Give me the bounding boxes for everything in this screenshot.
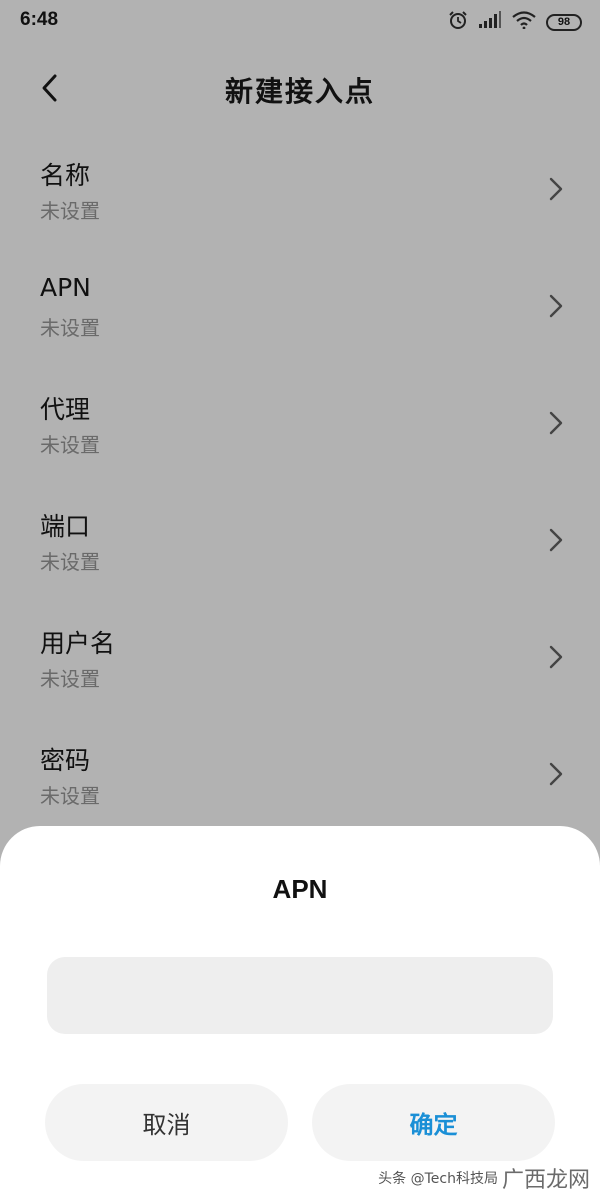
chevron-right-icon (549, 528, 563, 552)
status-bar: 6:48 98 (0, 0, 600, 44)
item-value: 未设置 (40, 433, 100, 457)
page-title: 新建接入点 (224, 75, 375, 108)
alarm-icon (448, 10, 468, 34)
header: 新建接入点 (0, 56, 600, 120)
item-value: 未设置 (40, 316, 100, 340)
status-time: 6:48 (20, 9, 59, 30)
item-value: 未设置 (40, 199, 100, 223)
item-label: 端口 (40, 512, 91, 541)
item-value: 未设置 (40, 784, 100, 808)
watermark-text: 头条 @Tech科技局 (378, 1171, 498, 1187)
watermark: 头条 @Tech科技局 广西龙网 (378, 1162, 590, 1194)
settings-list: 名称 未设置 APN 未设置 代理 未设置 端口 未设置 用户名 未设置 密码 … (0, 150, 600, 852)
list-item-username[interactable]: 用户名 未设置 (0, 618, 600, 735)
chevron-right-icon (549, 411, 563, 435)
dialog-title: APN (272, 874, 328, 904)
signal-icon (478, 11, 502, 33)
battery-icon: 98 (546, 13, 582, 31)
item-label: 密码 (40, 746, 91, 775)
status-icons: 98 (448, 10, 582, 34)
list-item-port[interactable]: 端口 未设置 (0, 501, 600, 618)
chevron-right-icon (549, 294, 563, 318)
chevron-right-icon (549, 177, 563, 201)
chevron-right-icon (549, 762, 563, 786)
confirm-button[interactable]: 确定 (312, 1084, 555, 1161)
apn-dialog: APN 取消 确定 (0, 826, 600, 1200)
item-value: 未设置 (40, 550, 100, 574)
chevron-right-icon (549, 645, 563, 669)
list-item-proxy[interactable]: 代理 未设置 (0, 384, 600, 501)
watermark-logo: 广西龙网 (501, 1168, 590, 1193)
item-value: 未设置 (40, 667, 100, 691)
item-label: 代理 (40, 395, 91, 424)
apn-input[interactable] (47, 957, 553, 1034)
cancel-button[interactable]: 取消 (45, 1084, 288, 1161)
wifi-icon (512, 11, 536, 33)
item-label: 名称 (40, 161, 91, 190)
list-item-name[interactable]: 名称 未设置 (0, 150, 600, 267)
item-label: 用户名 (40, 629, 116, 658)
screen: 6:48 98 新建接入点 名称 未设置 APN 未设置 代理 未设置 端口 未… (0, 0, 600, 1200)
list-item-apn[interactable]: APN 未设置 (0, 267, 600, 384)
item-label: APN (40, 273, 91, 302)
